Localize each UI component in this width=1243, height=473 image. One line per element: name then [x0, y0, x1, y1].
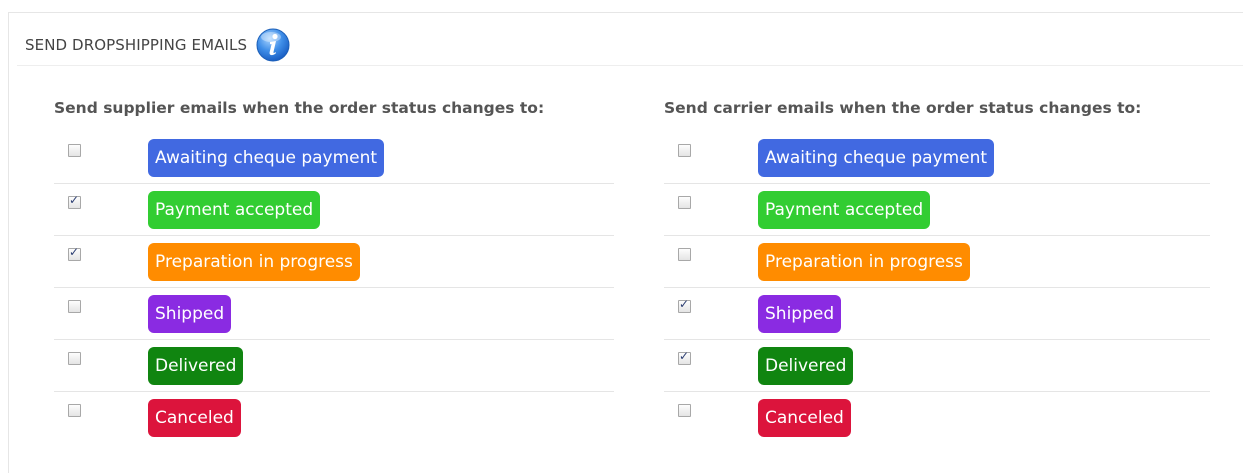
carrier-checkbox-awaiting-cheque-payment[interactable]: ✓	[678, 144, 691, 157]
carrier-checkbox-delivered[interactable]: ✓	[678, 349, 691, 365]
supplier-checkbox-preparation-in-progress[interactable]: ✓	[68, 245, 81, 261]
carrier-heading: Send carrier emails when the order statu…	[664, 99, 1142, 117]
supplier-row-shipped: ✓ Shipped	[54, 288, 614, 340]
supplier-status-list: ✓ Awaiting cheque payment ✓ Payment acce…	[54, 132, 614, 444]
status-badge: Preparation in progress	[148, 243, 360, 281]
carrier-row-awaiting-cheque-payment: ✓ Awaiting cheque payment	[664, 132, 1210, 184]
carrier-checkbox-payment-accepted[interactable]: ✓	[678, 196, 691, 209]
status-badge: Delivered	[148, 347, 244, 385]
status-badge: Shipped	[758, 295, 842, 333]
supplier-heading: Send supplier emails when the order stat…	[54, 99, 545, 117]
supplier-row-canceled: ✓ Canceled	[54, 392, 614, 444]
checkmark-icon: ✓	[679, 297, 690, 311]
supplier-column: Send supplier emails when the order stat…	[54, 96, 614, 444]
supplier-checkbox-awaiting-cheque-payment[interactable]: ✓	[68, 144, 81, 157]
supplier-checkbox-canceled[interactable]: ✓	[68, 404, 81, 417]
checkmark-icon: ✓	[679, 349, 690, 363]
status-badge: Awaiting cheque payment	[148, 139, 385, 177]
status-badge: Delivered	[758, 347, 854, 385]
carrier-checkbox-canceled[interactable]: ✓	[678, 404, 691, 417]
status-badge: Shipped	[148, 295, 232, 333]
checkmark-icon: ✓	[69, 193, 80, 207]
status-badge: Payment accepted	[758, 191, 931, 229]
carrier-column: Send carrier emails when the order statu…	[664, 96, 1224, 444]
panel-title: SEND DROPSHIPPING EMAILS	[25, 36, 248, 54]
header-divider	[17, 65, 1243, 66]
carrier-checkbox-shipped[interactable]: ✓	[678, 297, 691, 313]
supplier-checkbox-delivered[interactable]: ✓	[68, 352, 81, 365]
carrier-row-shipped: ✓ Shipped	[664, 288, 1210, 340]
status-badge: Payment accepted	[148, 191, 321, 229]
info-icon[interactable]	[255, 27, 291, 63]
status-badge: Awaiting cheque payment	[758, 139, 995, 177]
supplier-checkbox-payment-accepted[interactable]: ✓	[68, 193, 81, 209]
carrier-row-preparation-in-progress: ✓ Preparation in progress	[664, 236, 1210, 288]
status-badge: Canceled	[148, 399, 241, 437]
supplier-row-awaiting-cheque-payment: ✓ Awaiting cheque payment	[54, 132, 614, 184]
carrier-row-payment-accepted: ✓ Payment accepted	[664, 184, 1210, 236]
supplier-row-delivered: ✓ Delivered	[54, 340, 614, 392]
carrier-row-canceled: ✓ Canceled	[664, 392, 1210, 444]
supplier-checkbox-shipped[interactable]: ✓	[68, 300, 81, 313]
status-badge: Preparation in progress	[758, 243, 970, 281]
status-badge: Canceled	[758, 399, 851, 437]
carrier-status-list: ✓ Awaiting cheque payment ✓ Payment acce…	[664, 132, 1210, 444]
supplier-row-payment-accepted: ✓ Payment accepted	[54, 184, 614, 236]
carrier-checkbox-preparation-in-progress[interactable]: ✓	[678, 248, 691, 261]
supplier-row-preparation-in-progress: ✓ Preparation in progress	[54, 236, 614, 288]
carrier-row-delivered: ✓ Delivered	[664, 340, 1210, 392]
checkmark-icon: ✓	[69, 245, 80, 259]
panel-header: SEND DROPSHIPPING EMAILS	[25, 27, 291, 63]
